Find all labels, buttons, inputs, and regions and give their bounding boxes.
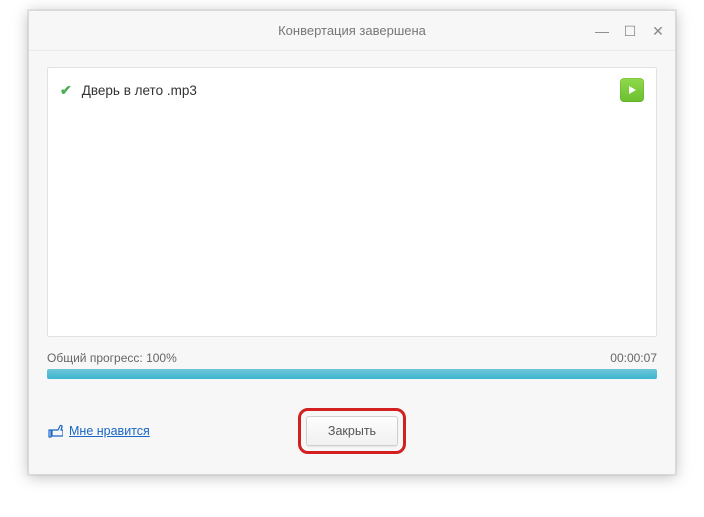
thumb-up-icon — [47, 423, 63, 439]
content-area: ✔ Дверь в лето .mp3 Общий прогресс: 100%… — [29, 51, 675, 474]
file-list-panel: ✔ Дверь в лето .mp3 — [47, 67, 657, 337]
dialog-window: Конвертация завершена — ☐ ✕ ✔ Дверь в ле… — [28, 10, 676, 475]
checkmark-icon: ✔ — [60, 82, 72, 99]
file-row: ✔ Дверь в лето .mp3 — [60, 78, 644, 102]
progress-bar — [47, 369, 657, 379]
play-icon — [627, 85, 637, 95]
close-window-button[interactable]: ✕ — [649, 23, 667, 40]
window-title: Конвертация завершена — [278, 23, 426, 38]
progress-info-row: Общий прогресс: 100% 00:00:07 — [47, 351, 657, 365]
play-button[interactable] — [620, 78, 644, 102]
like-link[interactable]: Мне нравится — [69, 424, 150, 438]
close-button-highlight: Закрыть — [298, 408, 406, 454]
footer-row: Мне нравится Закрыть — [47, 407, 657, 455]
titlebar: Конвертация завершена — ☐ ✕ — [29, 11, 675, 51]
close-button[interactable]: Закрыть — [306, 416, 398, 446]
file-name-label: Дверь в лето .mp3 — [82, 83, 610, 98]
progress-label-wrap: Общий прогресс: 100% — [47, 351, 177, 365]
window-controls: — ☐ ✕ — [593, 11, 667, 51]
minimize-button[interactable]: — — [593, 23, 611, 39]
progress-value: 100% — [146, 351, 177, 365]
progress-label: Общий прогресс: — [47, 351, 143, 365]
like-wrap: Мне нравится — [47, 423, 150, 439]
elapsed-time: 00:00:07 — [610, 351, 657, 365]
maximize-button[interactable]: ☐ — [621, 23, 639, 40]
